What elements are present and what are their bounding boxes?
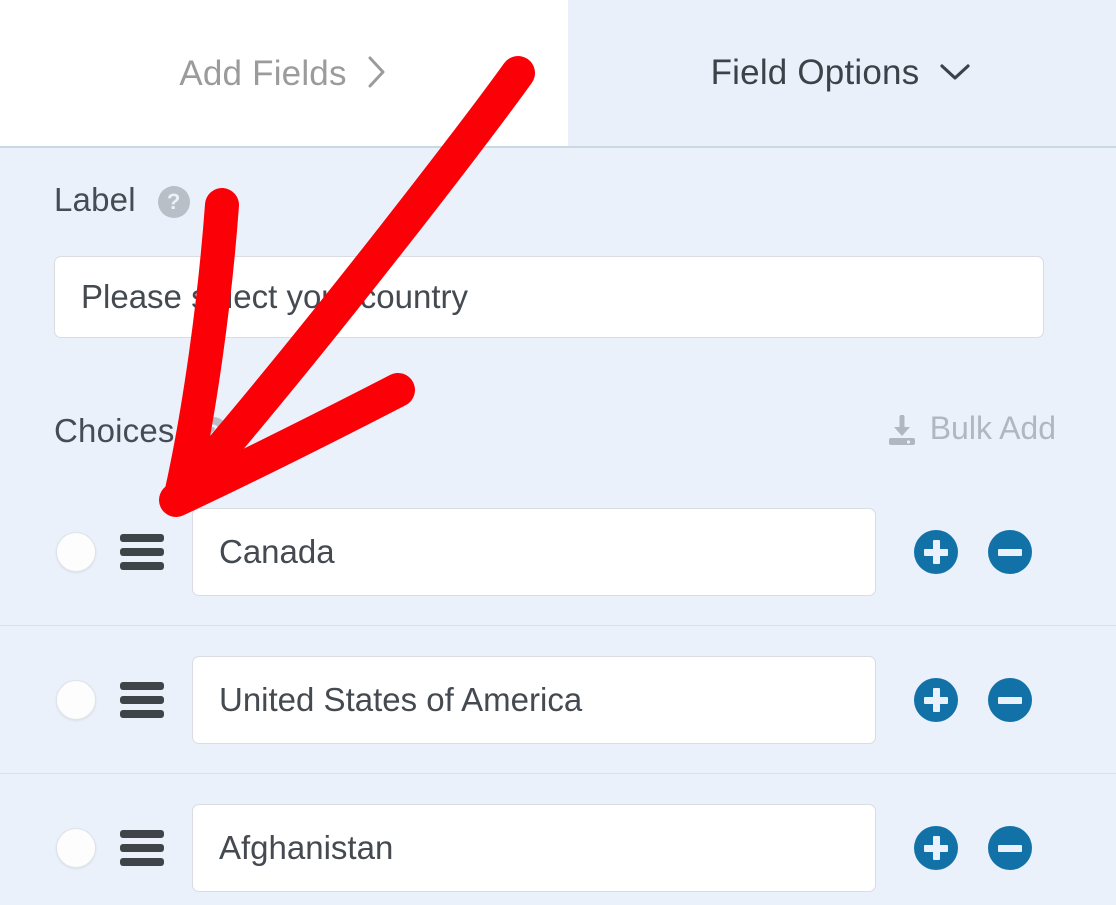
choices-list	[0, 478, 1116, 905]
radio-unselected-icon[interactable]	[56, 531, 96, 572]
chevron-right-icon	[365, 55, 389, 89]
chevron-down-icon	[937, 59, 973, 83]
question-mark-help-icon[interactable]: ?	[157, 186, 190, 218]
choice-input-2[interactable]	[192, 655, 876, 744]
field-options-body: Label ? Choices ? Bulk Add	[0, 148, 1116, 905]
table-row	[0, 773, 1116, 905]
row-actions	[914, 529, 1032, 574]
plus-circle-icon[interactable]	[914, 677, 958, 722]
radio-unselected-icon[interactable]	[56, 679, 96, 720]
panel-tab-bar: Add Fields Field Options	[0, 0, 1116, 148]
table-row	[0, 625, 1116, 773]
plus-circle-icon[interactable]	[914, 825, 958, 870]
plus-circle-icon[interactable]	[914, 529, 958, 574]
choice-input-3[interactable]	[192, 803, 876, 892]
row-actions	[914, 825, 1032, 870]
label-section-heading: Label ?	[54, 181, 190, 219]
label-input[interactable]	[54, 256, 1044, 338]
bulk-add-label: Bulk Add	[929, 410, 1056, 446]
choices-heading-text: Choices	[54, 412, 175, 449]
tab-field-options[interactable]: Field Options	[568, 0, 1116, 148]
choice-input-1[interactable]	[192, 507, 876, 596]
row-actions	[914, 677, 1032, 722]
tab-field-options-label: Field Options	[710, 53, 920, 92]
minus-circle-icon[interactable]	[988, 529, 1032, 574]
tab-add-fields-label: Add Fields	[179, 54, 347, 93]
choices-section-heading: Choices ?	[54, 412, 229, 450]
tab-add-fields[interactable]: Add Fields	[0, 0, 568, 148]
radio-unselected-icon[interactable]	[56, 827, 96, 868]
question-mark-help-icon[interactable]: ?	[196, 417, 229, 449]
drag-handle-icon[interactable]	[120, 681, 164, 718]
drag-handle-icon[interactable]	[120, 829, 164, 866]
bulk-add-import-icon	[886, 414, 918, 447]
label-heading-text: Label	[54, 181, 136, 218]
minus-circle-icon[interactable]	[988, 677, 1032, 722]
wpforms-field-options-panel: Add Fields Field Options Label ? Please …	[0, 0, 1116, 905]
drag-handle-icon[interactable]	[120, 533, 164, 570]
table-row	[0, 478, 1116, 625]
bulk-add-button[interactable]: Bulk Add	[886, 410, 1056, 447]
minus-circle-icon[interactable]	[988, 825, 1032, 870]
